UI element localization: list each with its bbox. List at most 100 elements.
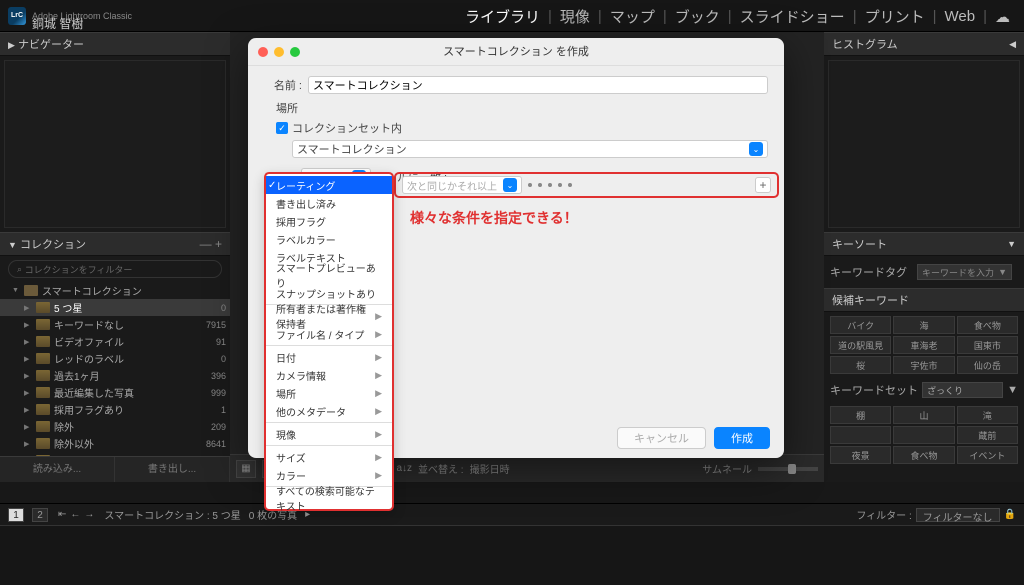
thumbnail-label: サムネール [702,461,752,476]
collection-item[interactable]: ▶レッドのラベル0 [0,350,230,367]
condition-row: 次と同じかそれ以上⌄ + [394,172,779,198]
app-logo: LrC [8,7,26,25]
in-set-checkbox[interactable]: ✓ [276,122,288,134]
dropdown-item[interactable]: 日付▶ [266,348,392,366]
dropdown-item[interactable]: 他のメタデータ▶ [266,402,392,420]
left-bottom-buttons: 読み込み... 書き出し... [0,456,230,482]
keyword-set-cell[interactable]: 山 [893,406,954,424]
lock-icon[interactable]: 🔒 [1004,509,1016,520]
collection-item[interactable]: ▶5 つ星0 [0,299,230,316]
collection-root[interactable]: ▼スマートコレクション [0,282,230,299]
collection-item[interactable]: ▶最近編集した写真999 [0,384,230,401]
collection-item[interactable]: ▶除外以外8641 [0,435,230,452]
module-develop[interactable]: 現像 [554,4,596,29]
dropdown-item[interactable]: レーティング [266,176,392,194]
collections-add-remove[interactable]: — + [200,237,222,251]
module-map[interactable]: マップ [604,4,661,29]
keyword-cell[interactable]: 桜 [830,356,891,374]
in-set-label: コレクションセット内 [292,120,402,136]
module-book[interactable]: ブック [669,4,726,29]
keyword-cell[interactable]: バイク [830,316,891,334]
keyword-cell[interactable]: 車海老 [893,336,954,354]
add-rule-button[interactable]: + [755,177,771,193]
cloud-icon[interactable]: ☁ [989,6,1016,28]
collection-item[interactable]: ▶過去1ヶ月396 [0,367,230,384]
collection-item[interactable]: ▶除外209 [0,418,230,435]
candidate-keywords-grid: バイク海食べ物道の駅風見車海老国東市桜宇佐市仙の岳 [824,312,1024,378]
keyword-set-cell[interactable]: 蔵前 [957,426,1018,444]
criteria-dropdown[interactable]: レーティング書き出し済み採用フラグラベルカラーラベルテキストスマートプレビューあ… [264,172,394,511]
navigator-header[interactable]: ▶ ナビゲーター [0,32,230,56]
histogram-header[interactable]: ヒストグラム◀ [824,32,1024,56]
nav-arrows[interactable]: ⇤←→ [56,509,96,520]
search-icon: ⌕ [17,264,22,275]
dropdown-item[interactable]: スマートプレビューあり [266,266,392,284]
collection-item[interactable]: ▶キーワードなし7915 [0,316,230,333]
dropdown-item[interactable]: カラー▶ [266,466,392,484]
keyword-set-cell[interactable]: イベント [957,446,1018,464]
sort-value[interactable]: 撮影日時 [470,461,510,476]
user-name: 銅城 智樹 [32,15,83,32]
keyword-set-cell[interactable]: 棚 [830,406,891,424]
candidate-keywords-header[interactable]: 候補キーワード [824,288,1024,312]
keyword-set-cell[interactable] [893,426,954,444]
keyword-cell[interactable]: 仙の岳 [957,356,1018,374]
dropdown-item[interactable]: 場所▶ [266,384,392,402]
page-1-button[interactable]: 1 [8,508,24,522]
dropdown-item[interactable]: サイズ▶ [266,448,392,466]
filmstrip[interactable] [0,525,1024,585]
collection-item[interactable]: ▶ビデオファイル91 [0,333,230,350]
dropdown-item[interactable]: ファイル名 / タイプ▶ [266,325,392,343]
keyword-tag-label: キーワードタグ [830,264,907,280]
keyword-cell[interactable]: 国東市 [957,336,1018,354]
keyword-tag-input[interactable]: キーワードを入力▼ [917,264,1012,280]
cancel-button[interactable]: キャンセル [617,427,706,449]
collection-item[interactable]: ▶採用フラグあり1 [0,401,230,418]
import-button[interactable]: 読み込み... [0,457,115,482]
thumbnail-slider[interactable] [758,467,818,471]
create-button[interactable]: 作成 [714,427,770,449]
dropdown-item[interactable]: スナップショットあり [266,284,392,302]
keyword-cell[interactable]: 食べ物 [957,316,1018,334]
keyword-cell[interactable]: 海 [893,316,954,334]
module-web[interactable]: Web [939,6,982,27]
module-library[interactable]: ライブラリ [459,4,546,29]
export-button[interactable]: 書き出し... [115,457,230,482]
dropdown-item[interactable]: ラベルカラー [266,230,392,248]
filter-select[interactable]: フィルターなし [916,508,1000,522]
chevron-down-icon: ▼ [1007,384,1018,396]
keyword-set-select[interactable]: ざっくり [922,382,1003,398]
keyword-set-cell[interactable]: 滝 [957,406,1018,424]
name-input[interactable] [308,76,768,94]
page-2-button[interactable]: 2 [32,508,48,522]
keyword-cell[interactable]: 宇佐市 [893,356,954,374]
keyword-set-cell[interactable]: 夜景 [830,446,891,464]
rating-stars[interactable] [528,183,572,187]
collections-header[interactable]: ▼ コレクション — + [0,232,230,256]
module-slideshow[interactable]: スライドショー [734,4,851,29]
dropdown-item[interactable]: カメラ情報▶ [266,366,392,384]
keyword-cell[interactable]: 道の駅風見 [830,336,891,354]
dropdown-item[interactable]: すべての検索可能なテキスト [266,489,392,507]
keyword-set-cell[interactable] [830,426,891,444]
window-controls[interactable] [258,47,300,57]
chevron-right-icon: ▶ [8,40,15,50]
sort-direction-icon[interactable]: a↓z [396,463,412,474]
annotation-text: 様々な条件を指定できる！ [410,208,578,228]
grid-view-button[interactable]: ▦ [236,460,256,478]
dialog-title: スマートコレクション を作成 [248,38,784,66]
collections-list: ▼スマートコレクション ▶5 つ星0▶キーワードなし7915▶ビデオファイル91… [0,282,230,456]
dropdown-item[interactable]: 採用フラグ [266,212,392,230]
dropdown-item[interactable]: 所有者または著作権保持者▶ [266,307,392,325]
collections-search[interactable]: ⌕ コレクションをフィルター [8,260,222,278]
dropdown-item[interactable]: 書き出し済み [266,194,392,212]
keyword-set-cell[interactable]: 食べ物 [893,446,954,464]
operator-select[interactable]: 次と同じかそれ以上⌄ [402,176,522,194]
histogram [828,60,1020,228]
name-label: 名前 : [264,77,302,93]
module-print[interactable]: プリント [859,4,931,29]
module-picker: ライブラリ| 現像| マップ| ブック| スライドショー| プリント| Web|… [459,4,1016,29]
keysort-header[interactable]: キーソート▼ [824,232,1024,256]
collection-set-select[interactable]: スマートコレクション⌄ [292,140,768,158]
dropdown-item[interactable]: 現像▶ [266,425,392,443]
